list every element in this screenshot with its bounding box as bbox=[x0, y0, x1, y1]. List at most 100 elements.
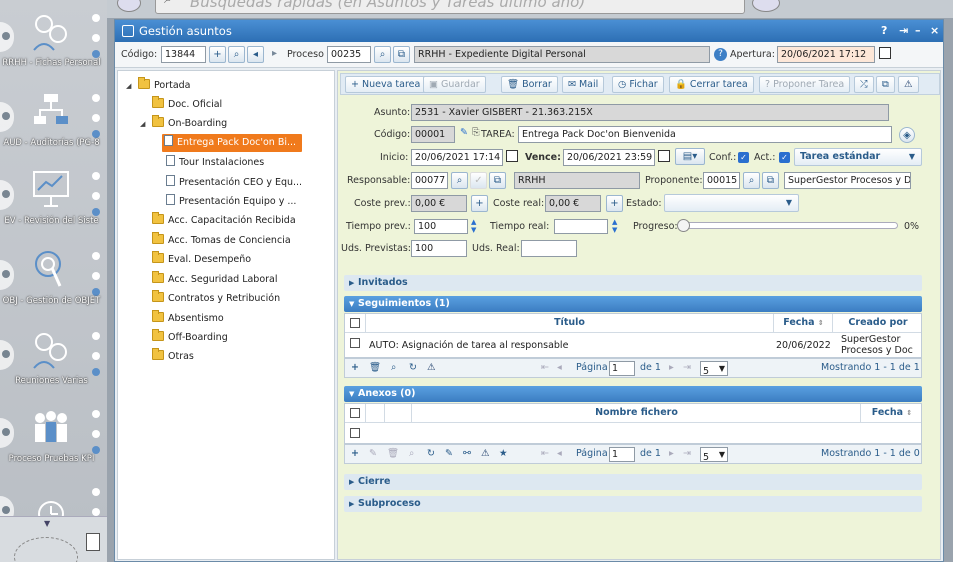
cerrar-tarea-button[interactable]: 🔒 Cerrar tarea bbox=[669, 76, 754, 93]
calendar-icon[interactable] bbox=[658, 150, 670, 162]
launcher-item-reuniones[interactable]: Reuniones Varias bbox=[0, 318, 107, 396]
guardar-button[interactable]: ▣ Guardar bbox=[423, 76, 486, 93]
tree-item-on-boarding[interactable]: ◢ On-Boarding bbox=[140, 115, 227, 133]
select-all-checkbox[interactable] bbox=[350, 408, 360, 418]
add-icon[interactable]: + bbox=[351, 362, 359, 373]
column-titulo[interactable]: Título bbox=[365, 314, 774, 332]
tree-item-otras[interactable]: Otras bbox=[152, 348, 194, 366]
section-cierre[interactable]: ▶ Cierre bbox=[344, 474, 922, 490]
row-checkbox[interactable] bbox=[350, 338, 360, 348]
drop-zone[interactable] bbox=[14, 537, 78, 562]
tree-item-conciencia[interactable]: Acc. Tomas de Conciencia bbox=[152, 232, 291, 250]
warning-icon[interactable]: ⚠ bbox=[481, 448, 490, 459]
star-icon[interactable]: ★ bbox=[499, 448, 508, 459]
first-page-icon[interactable]: ⇤ bbox=[541, 362, 549, 373]
responsable-code-field[interactable]: 00077 bbox=[411, 172, 448, 189]
collapse-icon[interactable]: ▼ bbox=[44, 519, 50, 528]
delete-icon[interactable]: 🗑 bbox=[387, 448, 399, 459]
select-all-checkbox[interactable] bbox=[350, 318, 360, 328]
tiempo-real-field[interactable] bbox=[554, 219, 608, 234]
add-icon[interactable]: + bbox=[471, 195, 488, 212]
tree-item-presentacion-ceo[interactable]: Presentación CEO y Equ... bbox=[166, 174, 302, 192]
search-icon[interactable]: ⌕ bbox=[228, 46, 245, 63]
proponente-code-field[interactable]: 00015 bbox=[703, 172, 740, 189]
tree-item-entrega-pack[interactable]: Entrega Pack Doc'on Bi... bbox=[162, 134, 303, 152]
borrar-button[interactable]: 🗑 Borrar bbox=[501, 76, 558, 93]
add-icon[interactable]: + bbox=[351, 448, 359, 459]
column-fecha[interactable]: Fecha ⇕ bbox=[775, 314, 833, 332]
next-page-icon[interactable]: ▸ bbox=[669, 448, 674, 459]
edit-icon[interactable]: ✎ bbox=[445, 448, 453, 459]
minimize-button[interactable]: – bbox=[915, 20, 921, 42]
search-icon[interactable]: ⌕ bbox=[374, 46, 391, 63]
search-icon[interactable]: ⌕ bbox=[451, 172, 468, 189]
launcher-item-kpi[interactable]: Proceso Pruebas KPI bbox=[0, 396, 107, 474]
first-page-icon[interactable]: ⇤ bbox=[541, 448, 549, 459]
uds-prev-field[interactable]: 100 bbox=[411, 240, 467, 257]
tree-item-desempeno[interactable]: Eval. Desempeño bbox=[152, 251, 251, 269]
tag-icon[interactable]: ◈ bbox=[899, 127, 915, 143]
proceso-field[interactable]: 00235 bbox=[327, 46, 371, 63]
section-seguimientos[interactable]: ▼ Seguimientos (1) bbox=[344, 296, 922, 312]
calendar-icon[interactable] bbox=[879, 47, 891, 59]
last-page-icon[interactable]: ⇥ bbox=[683, 448, 691, 459]
section-invitados[interactable]: ▶ Invitados bbox=[344, 275, 922, 291]
open-link-icon[interactable]: ⧉ bbox=[489, 172, 506, 189]
table-row[interactable]: AUTO: Asignación de tarea al responsable… bbox=[345, 332, 921, 358]
tree-item-off-boarding[interactable]: Off-Boarding bbox=[152, 329, 228, 347]
tree-item-absentismo[interactable]: Absentismo bbox=[152, 310, 224, 328]
tipo-tarea-select[interactable]: Tarea estándar ▼ bbox=[794, 148, 922, 166]
page-size-select[interactable]: 5 ▼ bbox=[700, 361, 728, 377]
estado-select[interactable]: ▼ bbox=[664, 194, 799, 212]
row-checkbox[interactable] bbox=[350, 428, 360, 438]
window-titlebar[interactable]: Gestión asuntos ? ⇥ – × bbox=[115, 20, 943, 42]
act-checkbox[interactable]: ✓ bbox=[779, 152, 790, 163]
document-icon[interactable] bbox=[86, 533, 100, 551]
stepper-icon[interactable]: ▲ ▼ bbox=[471, 218, 476, 234]
refresh-icon[interactable]: ↻ bbox=[427, 448, 435, 459]
tarea-field[interactable]: Entrega Pack Doc'on Bienvenida bbox=[518, 126, 892, 143]
tree-item-portada[interactable]: ◢ Portada bbox=[126, 77, 191, 95]
tree-item-contratos[interactable]: Contratos y Retribución bbox=[152, 290, 280, 308]
help-icon[interactable]: ? bbox=[714, 48, 727, 61]
copy-icon[interactable]: ⎘ bbox=[472, 127, 480, 138]
add-icon[interactable]: + bbox=[606, 195, 623, 212]
open-link-icon[interactable]: ⧉ bbox=[762, 172, 779, 189]
column-fecha[interactable]: Fecha ⇕ bbox=[862, 404, 922, 422]
delete-icon[interactable]: 🗑 bbox=[369, 362, 381, 373]
launcher-item-obj[interactable]: OBJ - Gestión de OBJET bbox=[0, 238, 107, 316]
next-page-icon[interactable]: ▸ bbox=[669, 362, 674, 373]
prev-page-icon[interactable]: ◂ bbox=[557, 362, 562, 373]
slider-handle[interactable] bbox=[677, 219, 690, 232]
warning-icon[interactable]: ⚠ bbox=[427, 362, 436, 373]
inicio-field[interactable]: 20/06/2021 17:14 bbox=[411, 149, 503, 166]
prev-page-icon[interactable]: ◂ bbox=[557, 448, 562, 459]
search-options-button[interactable] bbox=[752, 0, 780, 12]
prev-icon[interactable]: ◂ bbox=[247, 46, 264, 63]
link-icon[interactable]: ⚯ bbox=[463, 448, 471, 459]
table-row[interactable] bbox=[345, 422, 921, 443]
search-icon[interactable]: ⌕ bbox=[391, 362, 396, 373]
help-button[interactable]: ? bbox=[881, 20, 887, 42]
quick-search-input[interactable]: ⌕ Búsquedas rápidas (en Asuntos y Tareas … bbox=[155, 0, 745, 14]
next-icon[interactable]: ▸ bbox=[266, 46, 283, 63]
date-options-button[interactable]: ▤▾ bbox=[675, 148, 705, 165]
page-size-select[interactable]: 5 ▼ bbox=[700, 447, 728, 463]
progreso-slider[interactable] bbox=[677, 219, 898, 232]
vence-field[interactable]: 20/06/2021 23:59 bbox=[563, 149, 655, 166]
tree-item-tour[interactable]: Tour Instalaciones bbox=[166, 154, 264, 172]
shuffle-icon[interactable]: ⤮ bbox=[854, 76, 874, 93]
add-icon[interactable]: + bbox=[209, 46, 226, 63]
launcher-item-ev[interactable]: EV - Revisión del Siste bbox=[0, 158, 107, 236]
search-icon[interactable]: ⌕ bbox=[409, 448, 414, 459]
nueva-tarea-button[interactable]: + Nueva tarea bbox=[345, 76, 427, 93]
check-icon[interactable]: ✓ bbox=[470, 172, 487, 189]
calendar-icon[interactable] bbox=[506, 150, 518, 162]
last-page-icon[interactable]: ⇥ bbox=[683, 362, 691, 373]
collapse-icon[interactable]: ◢ bbox=[140, 115, 145, 133]
open-link-icon[interactable]: ⧉ bbox=[393, 46, 410, 63]
section-subproceso[interactable]: ▶ Subproceso bbox=[344, 496, 922, 512]
close-button[interactable]: × bbox=[930, 20, 939, 42]
apertura-field[interactable]: 20/06/2021 17:12 bbox=[777, 46, 875, 63]
uds-real-field[interactable] bbox=[521, 240, 577, 257]
